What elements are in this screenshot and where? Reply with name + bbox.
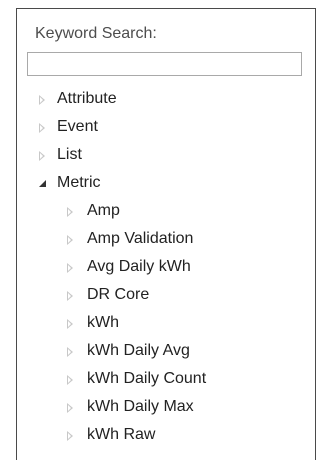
tree-item-label: List bbox=[57, 146, 82, 163]
tree-item-label: kWh bbox=[87, 314, 119, 331]
tree-item-label: kWh Daily Avg bbox=[87, 342, 190, 359]
keyword-search-label: Keyword Search: bbox=[35, 25, 157, 42]
tree-item-dr-core[interactable]: DR Core bbox=[17, 282, 315, 310]
tree-item-label: kWh Daily Max bbox=[87, 398, 194, 415]
tree-item-label: kWh Raw bbox=[87, 426, 156, 443]
tree-item-label: Amp bbox=[87, 202, 120, 219]
tree-item-label: Amp Validation bbox=[87, 230, 194, 247]
tree-item-label: Attribute bbox=[57, 90, 117, 107]
tree-item-list[interactable]: List bbox=[17, 142, 315, 170]
triangle-right-icon[interactable] bbox=[67, 291, 73, 301]
triangle-right-icon[interactable] bbox=[67, 319, 73, 329]
tree-item-avg-daily-kwh[interactable]: Avg Daily kWh bbox=[17, 254, 315, 282]
tree-item-attribute[interactable]: Attribute bbox=[17, 86, 315, 114]
tree-item-metric[interactable]: Metric bbox=[17, 170, 315, 198]
triangle-right-icon[interactable] bbox=[39, 151, 45, 161]
tree-item-kwh-daily-max[interactable]: kWh Daily Max bbox=[17, 394, 315, 422]
tree-item-kwh-daily-count[interactable]: kWh Daily Count bbox=[17, 366, 315, 394]
tree-item-amp[interactable]: Amp bbox=[17, 198, 315, 226]
category-tree: Attribute Event List Metric Amp Amp Vali… bbox=[17, 86, 315, 450]
tree-item-label: DR Core bbox=[87, 286, 150, 303]
triangle-right-icon[interactable] bbox=[67, 375, 73, 385]
triangle-right-icon[interactable] bbox=[67, 207, 73, 217]
triangle-right-icon[interactable] bbox=[67, 263, 73, 273]
tree-item-kwh-raw[interactable]: kWh Raw bbox=[17, 422, 315, 450]
tree-item-kwh[interactable]: kWh bbox=[17, 310, 315, 338]
triangle-right-icon[interactable] bbox=[39, 95, 45, 105]
tree-item-label: kWh Daily Count bbox=[87, 370, 207, 387]
triangle-right-icon[interactable] bbox=[67, 347, 73, 357]
triangle-right-icon[interactable] bbox=[67, 235, 73, 245]
tree-item-kwh-daily-avg[interactable]: kWh Daily Avg bbox=[17, 338, 315, 366]
triangle-right-icon[interactable] bbox=[67, 403, 73, 413]
tree-item-label: Event bbox=[57, 118, 98, 135]
triangle-right-icon[interactable] bbox=[67, 431, 73, 441]
triangle-right-icon[interactable] bbox=[39, 123, 45, 133]
tree-item-event[interactable]: Event bbox=[17, 114, 315, 142]
keyword-search-input[interactable] bbox=[27, 52, 302, 76]
triangle-down-icon[interactable] bbox=[39, 180, 46, 187]
tree-item-label: Metric bbox=[57, 174, 101, 191]
tree-item-label: Avg Daily kWh bbox=[87, 258, 191, 275]
tree-item-amp-validation[interactable]: Amp Validation bbox=[17, 226, 315, 254]
keyword-search-panel: Keyword Search: Attribute Event List Met… bbox=[16, 8, 316, 460]
